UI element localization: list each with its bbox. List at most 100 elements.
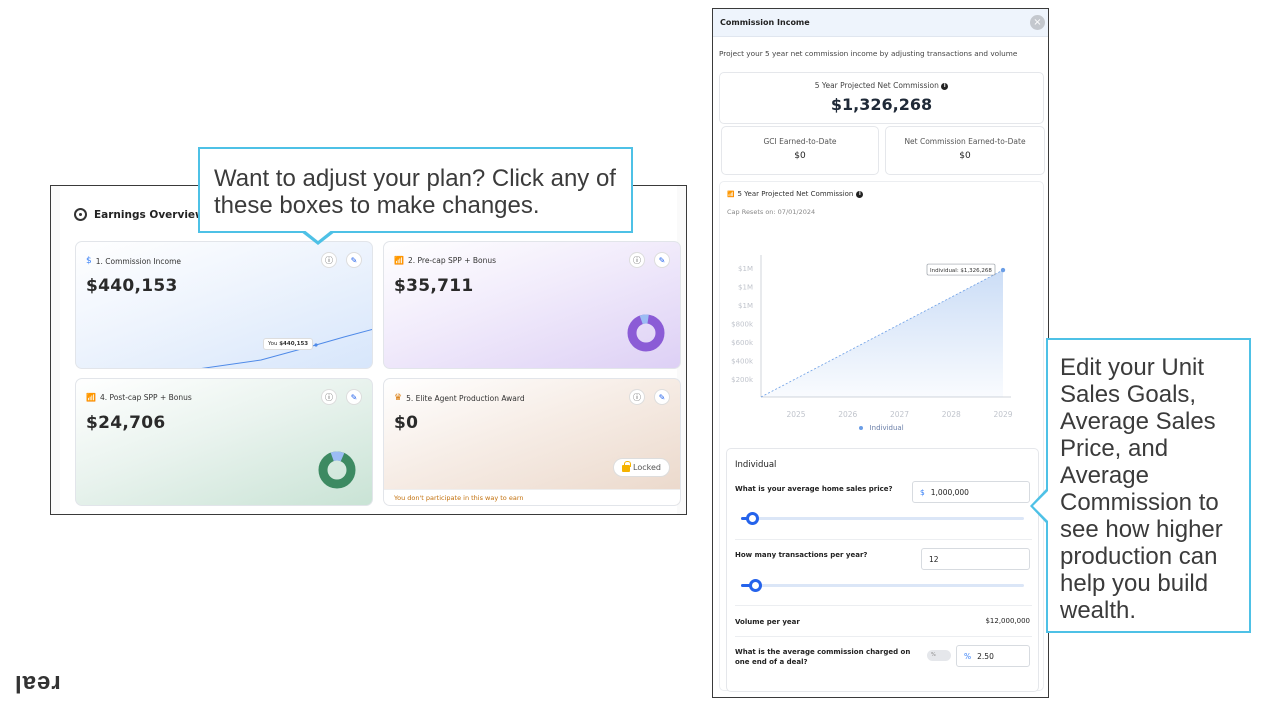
projected-label: 5 Year Projected Net Commission bbox=[814, 81, 939, 90]
projection-chart-card: 📶 5 Year Projected Net Commission i Cap … bbox=[719, 181, 1044, 692]
commission-income-panel: Commission Income × Project your 5 year … bbox=[712, 8, 1049, 698]
you-value: $440,153 bbox=[279, 341, 309, 347]
card-value: $35,711 bbox=[394, 276, 474, 296]
divider bbox=[735, 605, 1032, 606]
card-value: $24,706 bbox=[86, 413, 166, 433]
projection-area-chart: $200k $400k $600k $800k $1M $1M $1M 2025 2026 202… bbox=[731, 255, 1013, 419]
y-tick-label: $1M bbox=[738, 265, 753, 273]
info-icon[interactable]: i bbox=[941, 82, 949, 90]
individual-title: Individual bbox=[735, 460, 777, 470]
net-label: Net Commission Earned-to-Date bbox=[904, 137, 1026, 146]
you-label: You bbox=[268, 341, 278, 347]
post-cap-donut-chart bbox=[318, 451, 356, 489]
volume-label: Volume per year bbox=[735, 618, 800, 626]
card-label: 5. Elite Agent Production Award bbox=[406, 393, 525, 403]
price-prefix: $ bbox=[920, 488, 925, 497]
x-tick-label: 2027 bbox=[890, 410, 909, 419]
legend-label: Individual bbox=[869, 424, 904, 432]
chart-title-row: 📶 5 Year Projected Net Commission i bbox=[727, 190, 864, 198]
projected-label-row: 5 Year Projected Net Commission i bbox=[720, 81, 1043, 90]
price-input[interactable]: $1,000,000 bbox=[912, 481, 1030, 503]
cap-resets-text: Cap Resets on: 07/01/2024 bbox=[727, 208, 816, 216]
price-question: What is your average home sales price? bbox=[735, 485, 893, 493]
card-buttons: ⓘ ✎ bbox=[629, 252, 670, 268]
earnings-overview: Earnings Overview $ 1. Commission Income… bbox=[60, 186, 681, 514]
gci-value: $0 bbox=[794, 151, 806, 161]
transactions-question: How many transactions per year? bbox=[735, 551, 868, 559]
chart-icon: 📶 bbox=[86, 393, 96, 402]
card-label-row: 📶 4. Post-cap SPP + Bonus bbox=[86, 393, 192, 402]
post-cap-spp-card[interactable]: 📶 4. Post-cap SPP + Bonus $24,706 ⓘ ✎ bbox=[75, 378, 373, 506]
net-commission-earned-box: Net Commission Earned-to-Date $0 bbox=[885, 126, 1045, 175]
projected-value: $1,326,268 bbox=[830, 95, 933, 114]
commission-input[interactable]: % 2.50 bbox=[956, 645, 1030, 667]
panel-title: Commission Income bbox=[720, 18, 810, 27]
y-tick-label: $200k bbox=[731, 376, 754, 384]
close-icon[interactable]: × bbox=[1030, 15, 1045, 30]
callout-pointer bbox=[1030, 488, 1048, 524]
price-slider[interactable] bbox=[741, 512, 1024, 525]
chart-legend: Individual bbox=[720, 424, 1043, 432]
y-tick-label: $600k bbox=[731, 339, 754, 347]
crown-icon: ♛ bbox=[394, 393, 403, 403]
transactions-slider[interactable] bbox=[741, 579, 1024, 592]
card-label: 4. Post-cap SPP + Bonus bbox=[99, 393, 192, 402]
callout-adjust-plan: Want to adjust your plan? Click any of t… bbox=[198, 147, 633, 233]
slider-thumb[interactable] bbox=[749, 579, 763, 592]
card-value: $0 bbox=[394, 413, 419, 433]
edit-button[interactable]: ✎ bbox=[654, 389, 670, 405]
info-button[interactable]: ⓘ bbox=[629, 389, 645, 405]
info-icon[interactable]: i bbox=[856, 190, 864, 198]
chart-title: 5 Year Projected Net Commission bbox=[737, 190, 854, 198]
gci-label: GCI Earned-to-Date bbox=[763, 137, 837, 146]
card-label-row: ♛ 5. Elite Agent Production Award bbox=[394, 393, 525, 403]
locked-badge: Locked bbox=[613, 458, 670, 477]
target-icon bbox=[74, 208, 87, 221]
divider bbox=[735, 636, 1032, 637]
earnings-header: Earnings Overview bbox=[74, 208, 205, 221]
callout-pointer bbox=[300, 229, 336, 245]
legend-dot bbox=[859, 426, 864, 430]
commission-question: What is the average commission charged o… bbox=[735, 648, 911, 666]
earnings-title: Earnings Overview bbox=[94, 208, 205, 221]
info-button[interactable]: ⓘ bbox=[321, 389, 337, 405]
chart-tooltip-text: Individual: $1,326,268 bbox=[930, 268, 992, 274]
card-label-row: 📶 2. Pre-cap SPP + Bonus bbox=[394, 256, 496, 265]
you-point bbox=[314, 343, 318, 347]
card-buttons: ⓘ ✎ bbox=[321, 389, 362, 405]
x-tick-label: 2029 bbox=[993, 410, 1012, 419]
y-tick-label: $1M bbox=[738, 302, 753, 310]
individual-inputs: Individual What is your average home sal… bbox=[726, 448, 1039, 692]
elite-agent-award-card[interactable]: ♛ 5. Elite Agent Production Award $0 ⓘ ✎… bbox=[383, 378, 681, 506]
chart-icon: 📶 bbox=[394, 256, 404, 265]
commission-trend-chart bbox=[201, 329, 372, 368]
slider-thumb[interactable] bbox=[746, 512, 760, 525]
y-tick-label: $1M bbox=[738, 284, 753, 292]
lock-icon bbox=[622, 461, 631, 472]
volume-value: $12,000,000 bbox=[985, 617, 1030, 625]
divider bbox=[735, 539, 1032, 540]
card-buttons: ⓘ ✎ bbox=[629, 389, 670, 405]
x-tick-label: 2025 bbox=[786, 410, 805, 419]
projected-commission-box: 5 Year Projected Net Commission i $1,326… bbox=[719, 72, 1044, 124]
commission-prefix: % bbox=[964, 652, 972, 661]
commission-value: 2.50 bbox=[977, 652, 994, 661]
brand-logo: real bbox=[14, 670, 61, 697]
edit-button[interactable]: ✎ bbox=[346, 389, 362, 405]
edit-button[interactable]: ✎ bbox=[654, 252, 670, 268]
x-tick-label: 2026 bbox=[838, 410, 857, 419]
panel-subtitle: Project your 5 year net commission incom… bbox=[719, 49, 1018, 58]
you-tooltip: You $440,153 bbox=[263, 338, 314, 350]
pre-cap-spp-card[interactable]: 📶 2. Pre-cap SPP + Bonus $35,711 ⓘ ✎ bbox=[383, 241, 681, 369]
transactions-input[interactable]: 12 bbox=[921, 548, 1030, 570]
earnings-overview-screenshot: Earnings Overview $ 1. Commission Income… bbox=[50, 185, 687, 515]
callout-edit-goals: Edit your Unit Sales Goals, Average Sale… bbox=[1046, 338, 1251, 633]
y-tick-label: $800k bbox=[731, 321, 754, 329]
price-value: 1,000,000 bbox=[930, 488, 969, 497]
commission-income-card[interactable]: $ 1. Commission Income $440,153 ⓘ ✎ You … bbox=[75, 241, 373, 369]
panel-header: Commission Income × bbox=[713, 9, 1048, 37]
percent-toggle[interactable]: % bbox=[927, 650, 951, 661]
data-point[interactable] bbox=[1000, 267, 1006, 273]
info-button[interactable]: ⓘ bbox=[629, 252, 645, 268]
participation-note: You don't participate in this way to ear… bbox=[384, 489, 680, 505]
